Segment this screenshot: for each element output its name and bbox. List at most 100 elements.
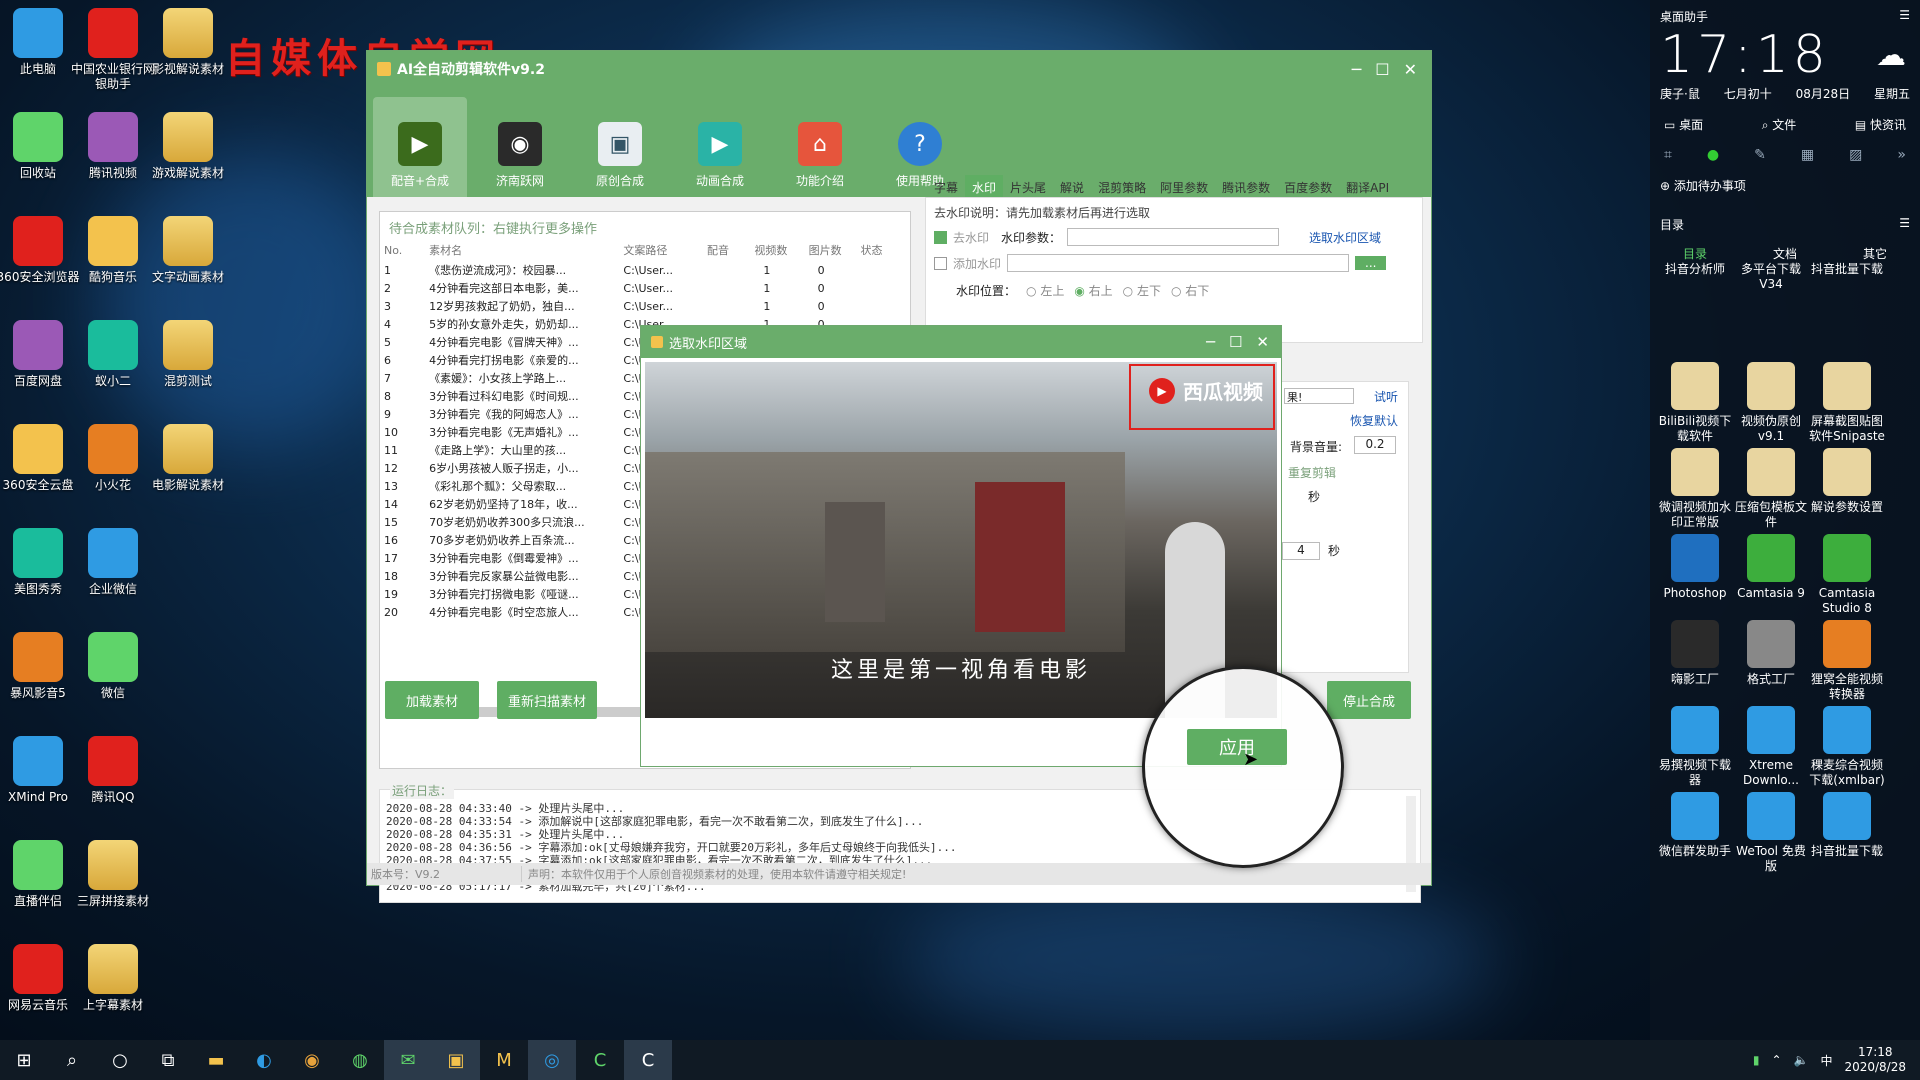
restore-default-link[interactable]: 恢复默认 <box>1350 412 1398 429</box>
maximize-icon[interactable]: ☐ <box>1375 60 1389 79</box>
sidebar-shortcut[interactable]: 抖音分析师 <box>1656 262 1734 277</box>
tray-arrow-icon[interactable]: ⌃ <box>1771 1053 1781 1067</box>
toolbar-dub-synth[interactable]: ▶ 配音+合成 <box>373 97 467 197</box>
quick-news[interactable]: ▤ 快资讯 <box>1855 116 1906 133</box>
file-explorer-icon[interactable]: ▬ <box>192 1040 240 1080</box>
sidebar-shortcut[interactable]: 微信群发助手 <box>1656 792 1734 859</box>
taskbar-clock[interactable]: 17:18 2020/8/28 <box>1844 1045 1906 1075</box>
remove-watermark-checkbox[interactable] <box>934 230 947 244</box>
sidebar-shortcut[interactable]: Camtasia Studio 8 <box>1808 534 1886 616</box>
column-header[interactable]: 视频数 <box>753 239 807 261</box>
eye-icon[interactable]: ● <box>1707 147 1719 163</box>
cat-tab-catalog[interactable]: 目录 <box>1683 245 1707 262</box>
column-header[interactable]: 配音 <box>706 239 753 261</box>
calc-icon[interactable]: ▦ <box>1801 147 1814 163</box>
position-radio-top-right[interactable]: ◉ 右上 <box>1074 282 1112 299</box>
desktop-icon[interactable]: 微信 <box>67 632 159 701</box>
table-row[interactable]: 2 4分钟看完这部日本电影，美... C:\User... 1 0 <box>383 279 907 297</box>
camtasia8-icon[interactable]: C <box>624 1040 672 1080</box>
bg-volume-input[interactable]: 0.2 <box>1354 436 1396 454</box>
app-taskbar-icon[interactable]: ▣ <box>432 1040 480 1080</box>
windows-start-icon[interactable]: ⊞ <box>0 1040 48 1080</box>
desktop-icon[interactable]: 电影解说素材 <box>142 424 234 493</box>
column-header[interactable]: 文案路径 <box>622 239 706 261</box>
sidebar-shortcut[interactable]: 抖音批量下载 <box>1808 262 1886 277</box>
watermark-param-input[interactable] <box>1067 228 1280 246</box>
xiaohuohua-icon[interactable]: M <box>480 1040 528 1080</box>
cortana-icon[interactable]: ○ <box>96 1040 144 1080</box>
sidebar-shortcut[interactable]: 压缩包模板文件 <box>1732 448 1810 530</box>
sidebar-shortcut[interactable]: 易撰视频下载器 <box>1656 706 1734 788</box>
sidebar-shortcut[interactable]: 狸窝全能视频转换器 <box>1808 620 1886 702</box>
wechat-icon[interactable]: ✉ <box>384 1040 432 1080</box>
chrome-icon[interactable]: ◉ <box>288 1040 336 1080</box>
stop-synth-button[interactable]: 停止合成 <box>1327 681 1411 719</box>
column-header[interactable]: No. <box>383 239 428 261</box>
apply-button[interactable]: 应用 <box>1187 729 1287 765</box>
menu-icon[interactable]: ☰ <box>1899 8 1910 25</box>
sidebar-shortcut[interactable]: 嗨影工厂 <box>1656 620 1734 687</box>
dialog-maximize-icon[interactable]: ☐ <box>1229 333 1242 351</box>
select-watermark-region-link[interactable]: 选取水印区域 <box>1309 229 1381 246</box>
sidebar-shortcut[interactable]: 多平台下载V34 <box>1732 262 1810 292</box>
toolbar-original[interactable]: ▣ 原创合成 <box>573 97 667 197</box>
sidebar-shortcut[interactable]: BiliBili视频下载软件 <box>1656 362 1734 444</box>
desktop-icon[interactable]: 文字动画素材 <box>142 216 234 285</box>
app-titlebar[interactable]: AI全自动剪辑软件v9.2 ─ ☐ ✕ <box>367 51 1431 87</box>
add-todo[interactable]: ⊕ 添加待办事项 <box>1650 163 1920 194</box>
result-field[interactable]: 果! <box>1284 388 1354 404</box>
edit-icon[interactable]: ✎ <box>1754 147 1766 163</box>
sidebar-shortcut[interactable]: WeTool 免费版 <box>1732 792 1810 874</box>
sidebar-shortcut[interactable]: Photoshop <box>1656 534 1734 601</box>
column-header[interactable]: 状态 <box>860 239 907 261</box>
ime-indicator[interactable]: 中 <box>1820 1052 1832 1069</box>
sidebar-shortcut[interactable]: Xtreme Downlo... <box>1732 706 1810 788</box>
more-icon[interactable]: » <box>1897 147 1906 163</box>
sidebar-shortcut[interactable]: 抖音批量下载 <box>1808 792 1886 859</box>
column-header[interactable]: 图片数 <box>808 239 860 261</box>
camtasia-icon[interactable]: C <box>576 1040 624 1080</box>
desktop-icon[interactable]: 游戏解说素材 <box>142 112 234 181</box>
sidebar-shortcut[interactable]: 视频伪原创v9.1 <box>1732 362 1810 444</box>
seconds-input[interactable]: 4 <box>1282 542 1320 560</box>
sidebar-shortcut[interactable]: 稞麦综合视频下载(xmlbar) <box>1808 706 1886 788</box>
video-preview[interactable]: ▶ 西瓜视频 这里是第一视角看电影 <box>645 362 1277 718</box>
dialog-minimize-icon[interactable]: ─ <box>1206 333 1215 351</box>
list-view-icon[interactable]: ☰ <box>1899 216 1910 233</box>
position-radio-bottom-right[interactable]: ○ 右下 <box>1171 282 1209 299</box>
desktop-icon[interactable]: 腾讯QQ <box>67 736 159 805</box>
table-row[interactable]: 3 12岁男孩救起了奶奶，独自... C:\User... 1 0 <box>383 297 907 315</box>
toolbar-jinan[interactable]: ◉ 济南跃网 <box>473 97 567 197</box>
image-icon[interactable]: ▨ <box>1849 147 1862 163</box>
desktop-icon[interactable]: 混剪测试 <box>142 320 234 389</box>
minimize-icon[interactable]: ─ <box>1352 60 1362 79</box>
sidebar-shortcut[interactable]: 解说参数设置 <box>1808 448 1886 515</box>
toolbar-features[interactable]: ⌂ 功能介绍 <box>773 97 867 197</box>
sidebar-shortcut[interactable]: 格式工厂 <box>1732 620 1810 687</box>
cat-tab-other[interactable]: 其它 <box>1863 245 1887 262</box>
dialog-close-icon[interactable]: ✕ <box>1256 333 1269 351</box>
table-row[interactable]: 1 《悲伤逆流成河》：校园暴... C:\User... 1 0 <box>383 261 907 279</box>
cat-tab-docs[interactable]: 文档 <box>1773 245 1797 262</box>
quick-desktop[interactable]: ▭ 桌面 <box>1664 116 1703 133</box>
desktop-icon[interactable]: 上字幕素材 <box>67 944 159 1013</box>
task-view-icon[interactable]: ⧉ <box>144 1040 192 1080</box>
browse-button[interactable]: ... <box>1355 256 1387 270</box>
position-radio-top-left[interactable]: ○ 左上 <box>1026 282 1064 299</box>
360-browser-icon[interactable]: ◍ <box>336 1040 384 1080</box>
load-material-button[interactable]: 加载素材 <box>385 681 479 719</box>
preview-link[interactable]: 试听 <box>1374 388 1398 405</box>
battery-icon[interactable]: ▮ <box>1753 1053 1760 1067</box>
sidebar-shortcut[interactable]: 微调视频加水印正常版 <box>1656 448 1734 530</box>
toolbar-animation[interactable]: ▶ 动画合成 <box>673 97 767 197</box>
browser-icon[interactable]: ◐ <box>240 1040 288 1080</box>
close-icon[interactable]: ✕ <box>1404 60 1417 79</box>
sidebar-shortcut[interactable]: 屏幕截图贴图软件Snipaste <box>1808 362 1886 444</box>
crop-icon[interactable]: ⌗ <box>1664 147 1672 163</box>
add-watermark-input[interactable] <box>1007 254 1350 272</box>
add-watermark-checkbox[interactable] <box>934 256 947 270</box>
volume-icon[interactable]: 🔈 <box>1794 1053 1809 1067</box>
position-radio-bottom-left[interactable]: ○ 左下 <box>1123 282 1161 299</box>
quick-file[interactable]: ⌕ 文件 <box>1762 116 1797 133</box>
dialog-titlebar[interactable]: 选取水印区域 ─ ☐ ✕ <box>641 326 1281 358</box>
